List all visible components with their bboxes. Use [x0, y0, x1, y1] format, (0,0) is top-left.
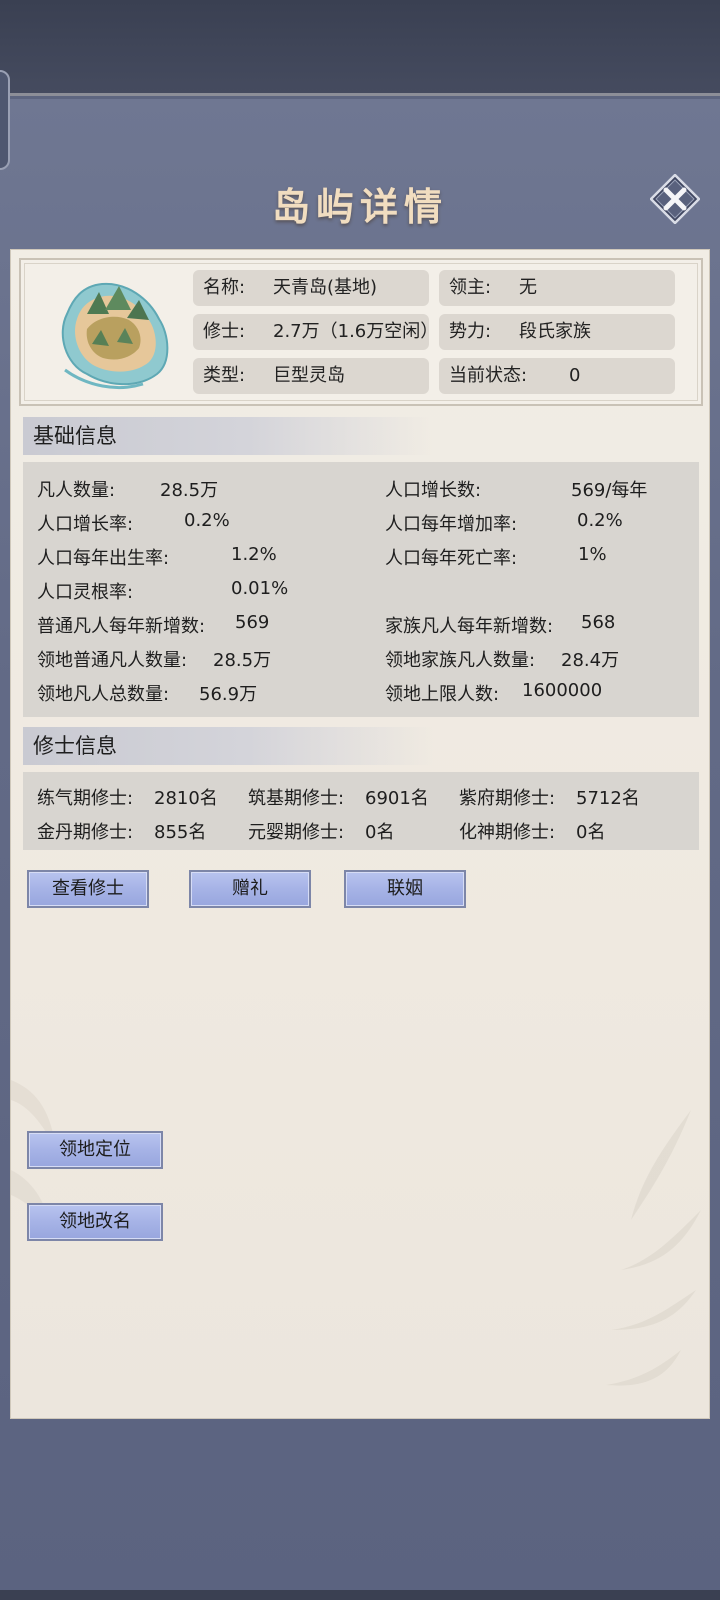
mortals-key: 凡人数量: — [37, 480, 116, 501]
status-key: 当前状态: — [449, 365, 528, 386]
island-detail-card: 名称: 天青岛(基地) 领主: 无 修士: 2.7万（1.6万空闲） 势力: 段… — [10, 249, 710, 1419]
page-title: 岛屿详情 — [271, 184, 448, 229]
nascent-key: 元婴期修士: — [248, 822, 345, 843]
close-icon — [649, 173, 701, 225]
type-value: 巨型灵岛 — [273, 365, 345, 386]
pop-growth-key: 人口增长数: — [385, 480, 482, 501]
family-new-key: 家族凡人每年新增数: — [385, 616, 554, 637]
territory-family-value: 28.4万 — [561, 650, 620, 671]
territory-common-value: 28.5万 — [213, 650, 272, 671]
lord-key: 领主: — [449, 277, 492, 298]
status-field: 当前状态: 0 — [439, 358, 675, 394]
locate-territory-button[interactable]: 领地定位 — [27, 1131, 163, 1169]
foundation-key: 筑基期修士: — [248, 788, 345, 809]
lord-value: 无 — [519, 277, 537, 298]
deity-value: 0名 — [576, 822, 606, 843]
cultivator-info-panel: 练气期修士: 2810名 筑基期修士: 6901名 紫府期修士: 5712名 金… — [23, 772, 699, 850]
family-new-value: 568 — [581, 612, 616, 633]
foundation-value: 6901名 — [365, 788, 429, 809]
territory-cap-key: 领地上限人数: — [385, 684, 500, 705]
territory-total-value: 56.9万 — [199, 684, 258, 705]
birth-rate-key: 人口每年出生率: — [37, 548, 170, 569]
deity-key: 化神期修士: — [459, 822, 556, 843]
faction-key: 势力: — [449, 321, 492, 342]
growth-rate-key: 人口增长率: — [37, 514, 134, 535]
mortals-value: 28.5万 — [160, 480, 219, 501]
bamboo-decoration-icon — [606, 1110, 701, 1386]
view-cultivators-button[interactable]: 查看修士 — [27, 870, 149, 908]
marriage-button[interactable]: 联姻 — [344, 870, 466, 908]
close-button[interactable] — [649, 173, 701, 225]
nascent-value: 0名 — [365, 822, 395, 843]
rename-territory-button[interactable]: 领地改名 — [27, 1203, 163, 1241]
cultivators-key: 修士: — [203, 321, 246, 342]
island-map-icon — [61, 282, 169, 390]
golden-key: 金丹期修士: — [37, 822, 134, 843]
purple-key: 紫府期修士: — [459, 788, 556, 809]
birth-rate-value: 1.2% — [231, 544, 277, 565]
yearly-increase-key: 人口每年增加率: — [385, 514, 518, 535]
top-bar — [0, 0, 720, 96]
cultivators-value: 2.7万（1.6万空闲） — [273, 321, 429, 342]
bottom-bar — [0, 1590, 720, 1600]
purple-value: 5712名 — [576, 788, 640, 809]
lord-field: 领主: 无 — [439, 270, 675, 306]
golden-value: 855名 — [154, 822, 207, 843]
spirit-root-key: 人口灵根率: — [37, 582, 134, 603]
spirit-root-value: 0.01% — [231, 578, 289, 599]
common-new-key: 普通凡人每年新增数: — [37, 616, 206, 637]
faction-value: 段氏家族 — [519, 321, 591, 342]
status-value: 0 — [569, 365, 581, 386]
type-key: 类型: — [203, 365, 246, 386]
qi-key: 练气期修士: — [37, 788, 134, 809]
yearly-increase-value: 0.2% — [577, 510, 623, 531]
territory-family-key: 领地家族凡人数量: — [385, 650, 536, 671]
death-rate-value: 1% — [578, 544, 607, 565]
death-rate-key: 人口每年死亡率: — [385, 548, 518, 569]
cultivators-field: 修士: 2.7万（1.6万空闲） — [193, 314, 429, 350]
type-field: 类型: 巨型灵岛 — [193, 358, 429, 394]
territory-total-key: 领地凡人总数量: — [37, 684, 170, 705]
gift-button[interactable]: 赠礼 — [189, 870, 311, 908]
basic-info-title: 基础信息 — [23, 417, 433, 455]
basic-info-panel: 凡人数量: 28.5万 人口增长数: 569/每年 人口增长率: 0.2% 人口… — [23, 462, 699, 717]
common-new-value: 569 — [235, 612, 270, 633]
side-tab[interactable] — [0, 70, 10, 170]
name-field: 名称: 天青岛(基地) — [193, 270, 429, 306]
qi-value: 2810名 — [154, 788, 218, 809]
growth-rate-value: 0.2% — [184, 510, 230, 531]
territory-common-key: 领地普通凡人数量: — [37, 650, 188, 671]
cultivator-info-title: 修士信息 — [23, 727, 433, 765]
pop-growth-value: 569/每年 — [571, 480, 648, 501]
name-value: 天青岛(基地) — [273, 277, 378, 298]
name-key: 名称: — [203, 277, 246, 298]
island-summary: 名称: 天青岛(基地) 领主: 无 修士: 2.7万（1.6万空闲） 势力: 段… — [19, 258, 703, 406]
faction-field: 势力: 段氏家族 — [439, 314, 675, 350]
territory-cap-value: 1600000 — [522, 680, 603, 701]
